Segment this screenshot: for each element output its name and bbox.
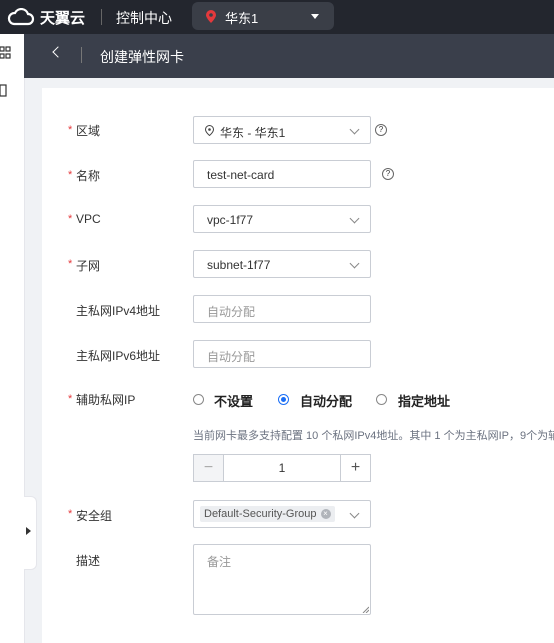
region-select-value: 华东 - 华东1 xyxy=(220,126,286,140)
chevron-down-icon xyxy=(349,124,360,135)
security-group-select[interactable]: Default-Security-Group × xyxy=(193,500,371,528)
vpc-select[interactable]: vpc-1f77 xyxy=(193,205,371,233)
required-mark: * xyxy=(68,124,73,136)
decrement-button[interactable]: − xyxy=(194,455,224,481)
chevron-down-icon xyxy=(349,213,360,224)
subnet-select[interactable]: subnet-1f77 xyxy=(193,250,371,278)
security-group-tag: Default-Security-Group × xyxy=(200,506,335,522)
ip-count-value[interactable]: 1 xyxy=(224,455,340,481)
close-icon[interactable]: × xyxy=(320,509,331,519)
brand-logo[interactable]: 天翼云 xyxy=(6,6,85,28)
required-mark: * xyxy=(68,393,73,405)
name-input[interactable]: test-net-card xyxy=(193,160,371,188)
subnet-label: 子网 xyxy=(76,259,101,273)
security-group-label: 安全组 xyxy=(76,509,113,523)
required-mark: * xyxy=(68,508,73,520)
description-placeholder: 备注 xyxy=(207,555,232,569)
secondary-ip-hint: 当前网卡最多支持配置 10 个私网IPv4地址。其中 1 个为主私网IP，9个为… xyxy=(193,430,554,442)
radio-not-set-label[interactable]: 不设置 xyxy=(214,391,253,410)
top-navbar: 天翼云 控制中心 华东1 xyxy=(0,0,554,34)
required-mark: * xyxy=(68,258,73,270)
back-arrow-icon[interactable] xyxy=(52,46,64,58)
ipv4-input[interactable]: 自动分配 xyxy=(193,295,371,323)
required-mark: * xyxy=(68,169,73,181)
sidebar-expand-handle[interactable] xyxy=(24,496,37,570)
region-label: 区域 xyxy=(76,124,101,138)
ipv4-placeholder: 自动分配 xyxy=(207,305,256,319)
radio-not-set[interactable] xyxy=(193,394,204,405)
radio-specify-address-label[interactable]: 指定地址 xyxy=(398,391,450,410)
vpc-label: VPC xyxy=(76,212,101,226)
ipv4-label: 主私网IPv4地址 xyxy=(76,304,161,318)
required-mark: * xyxy=(68,213,73,225)
ip-count-stepper[interactable]: − 1 + xyxy=(193,454,371,482)
form-card: * 区域 华东 - 华东1 ? * 名称 test-net-card ? * V… xyxy=(42,88,554,643)
region-selector-label: 华东1 xyxy=(225,11,259,26)
ipv6-placeholder: 自动分配 xyxy=(207,350,256,364)
console-link[interactable]: 控制中心 xyxy=(116,8,172,28)
chevron-down-icon xyxy=(349,508,360,519)
secondary-ip-label: 辅助私网IP xyxy=(76,393,136,407)
chevron-down-icon xyxy=(349,258,360,269)
chevron-down-icon xyxy=(311,14,319,19)
region-select[interactable]: 华东 - 华东1 xyxy=(193,116,371,144)
radio-auto-assign-label[interactable]: 自动分配 xyxy=(300,391,352,410)
radio-specify-address[interactable] xyxy=(376,394,387,405)
grid-menu-icon[interactable] xyxy=(0,46,12,60)
name-label: 名称 xyxy=(76,169,101,183)
page-title: 创建弹性网卡 xyxy=(100,49,184,65)
security-group-tag-label: Default-Security-Group xyxy=(204,508,317,520)
vpc-select-value: vpc-1f77 xyxy=(207,213,254,227)
description-label: 描述 xyxy=(76,554,101,568)
document-icon[interactable] xyxy=(0,84,8,98)
description-textarea[interactable]: 备注 xyxy=(193,544,371,615)
location-pin-icon xyxy=(206,10,216,23)
divider xyxy=(101,9,102,25)
brand-name: 天翼云 xyxy=(40,9,86,27)
region-selector[interactable]: 华东1 xyxy=(192,2,334,30)
page-header: 创建弹性网卡 xyxy=(24,34,554,78)
name-input-value: test-net-card xyxy=(207,168,275,182)
help-icon[interactable]: ? xyxy=(375,124,387,136)
resize-handle-icon[interactable] xyxy=(362,606,369,613)
location-icon xyxy=(205,125,214,136)
radio-auto-assign[interactable] xyxy=(278,394,289,405)
cloud-logo-icon xyxy=(7,8,35,26)
left-rail xyxy=(0,34,25,643)
increment-button[interactable]: + xyxy=(340,455,370,481)
divider xyxy=(81,47,82,63)
ipv6-input[interactable]: 自动分配 xyxy=(193,340,371,368)
chevron-right-icon xyxy=(26,527,31,535)
subnet-select-value: subnet-1f77 xyxy=(207,258,271,272)
ipv6-label: 主私网IPv6地址 xyxy=(76,349,161,363)
help-icon[interactable]: ? xyxy=(382,168,394,180)
